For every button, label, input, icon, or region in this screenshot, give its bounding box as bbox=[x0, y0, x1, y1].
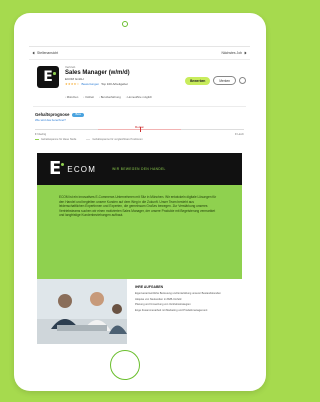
review-count: Top 100 Arbeitgeber bbox=[101, 82, 128, 86]
job-title: Sales Manager (w/m/d) bbox=[65, 70, 130, 76]
task-item: Planung und Umsetzung von Vertriebsstrat… bbox=[135, 303, 191, 307]
ecom-banner-logo-icon: E bbox=[49, 158, 65, 179]
tasks-section: IHRE AUFGABEN Eigenverantwortliche Betre… bbox=[127, 279, 242, 344]
salary-legend: Gehaltsspanne für diese Stelle Gehaltssp… bbox=[35, 138, 143, 141]
back-link[interactable]: Stellenansicht bbox=[32, 51, 59, 55]
star-rating-icon: ★★★★☆ bbox=[65, 82, 80, 86]
salary-high: € Hoch bbox=[235, 132, 244, 136]
apply-button[interactable]: Bewerben bbox=[185, 76, 211, 85]
salary-range-bar bbox=[35, 127, 244, 132]
legend-item-this-job: Gehaltsspanne für diese Stelle bbox=[35, 138, 76, 141]
legend-label: Gehaltsspanne für diese Stelle bbox=[41, 138, 77, 141]
salary-median-marker bbox=[139, 127, 141, 132]
company-name[interactable]: ECOM GmbH bbox=[65, 77, 130, 81]
banner-description: ECOM ist ein innovatives E-Commerce-Unte… bbox=[59, 195, 217, 218]
legend-item-similar: Gehaltsspanne für vergleichbare Position… bbox=[86, 138, 143, 141]
next-link[interactable]: Nächstes Job bbox=[221, 51, 247, 55]
chevron-left-icon bbox=[32, 51, 36, 55]
chevron-right-icon bbox=[243, 51, 247, 55]
save-button[interactable]: Merken bbox=[213, 76, 236, 85]
job-actions: Bewerben Merken bbox=[185, 76, 246, 85]
team-photo bbox=[37, 279, 127, 344]
salary-title: Gehaltsprognose bbox=[35, 112, 70, 117]
job-type: Vollzeit bbox=[83, 95, 94, 99]
salary-title-row: Gehaltsprognose Beta bbox=[35, 112, 244, 117]
salary-low: € Niedrig bbox=[35, 132, 47, 136]
company-logo[interactable]: E bbox=[37, 66, 59, 88]
job-remote: Homeoffice möglich bbox=[126, 95, 153, 99]
job-header: E Vertrieb Sales Manager (w/m/d) ECOM Gm… bbox=[29, 60, 250, 106]
salary-info-link[interactable]: Wie wird das berechnet? bbox=[35, 118, 244, 122]
beta-badge: Beta bbox=[72, 112, 84, 117]
banner-header: E ECOM WIR BEWEGEN DEN HANDEL bbox=[37, 153, 242, 185]
legend-swatch bbox=[35, 138, 39, 141]
job-location: München bbox=[65, 95, 79, 99]
task-item: Enge Zusammenarbeit mit Marketing und Pr… bbox=[135, 308, 208, 312]
camera-icon bbox=[122, 21, 128, 27]
more-options-button[interactable] bbox=[239, 77, 246, 84]
legend-swatch bbox=[86, 138, 91, 141]
back-label: Stellenansicht bbox=[37, 51, 59, 55]
job-category: Vertrieb bbox=[65, 65, 76, 69]
job-page: Stellenansicht Nächstes Job E Vertrieb S… bbox=[29, 46, 250, 344]
legend-label: Gehaltsspanne für vergleichbare Position… bbox=[92, 138, 143, 141]
salary-section: Gehaltsprognose Beta Wie wird das berech… bbox=[29, 107, 250, 145]
company-rating: ★★★★☆ Bewertungen Top 100 Arbeitgeber bbox=[65, 82, 130, 86]
company-banner: E ECOM WIR BEWEGEN DEN HANDEL ECOM ist e… bbox=[37, 153, 242, 344]
tasks-title: IHRE AUFGABEN bbox=[135, 285, 164, 289]
job-experience: Berufserfahrung bbox=[99, 95, 121, 99]
top-bar: Stellenansicht Nächstes Job bbox=[29, 47, 250, 60]
reviews-link[interactable]: Bewertungen bbox=[81, 82, 99, 86]
task-item: Akquise von Neukunden im B2B-Umfeld bbox=[135, 297, 182, 301]
banner-lower: IHRE AUFGABEN Eigenverantwortliche Betre… bbox=[37, 279, 242, 344]
ecom-logo-icon: E bbox=[43, 69, 56, 85]
job-meta: Vertrieb Sales Manager (w/m/d) ECOM GmbH… bbox=[65, 65, 130, 86]
home-button[interactable] bbox=[110, 350, 140, 380]
banner-brand: ECOM bbox=[67, 164, 97, 174]
task-item: Eigenverantwortliche Betreuung und Entwi… bbox=[135, 292, 221, 295]
job-info-row: München Vollzeit Berufserfahrung Homeoff… bbox=[65, 95, 152, 99]
next-label: Nächstes Job bbox=[221, 51, 242, 55]
banner-tagline: WIR BEWEGEN DEN HANDEL bbox=[112, 167, 166, 171]
